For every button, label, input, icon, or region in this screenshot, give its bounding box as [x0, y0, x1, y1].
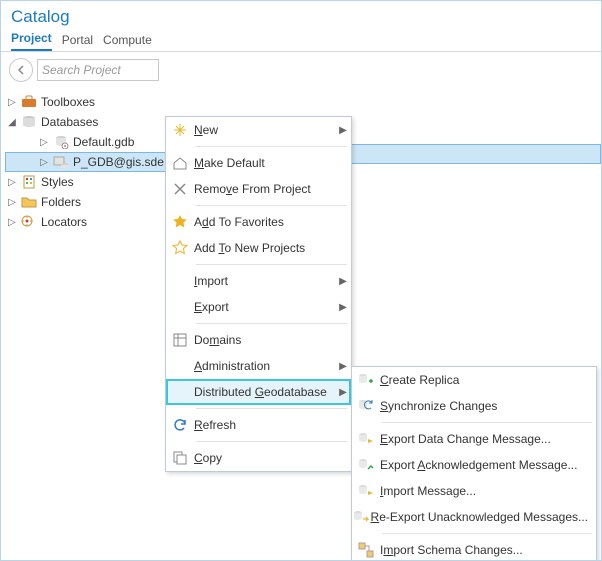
tab-portal[interactable]: Portal [62, 31, 93, 51]
catalog-title: Catalog [1, 1, 601, 29]
submenu-distributed-geodatabase: Create Replica Synchronize Changes Expor… [351, 366, 597, 561]
menu-import[interactable]: Import ▶ [166, 268, 351, 294]
create-replica-icon [358, 372, 374, 388]
remove-icon [173, 182, 187, 196]
menu-new[interactable]: New ▶ [166, 117, 351, 143]
context-menu-database: New ▶ Make Default Remove From Project A… [165, 116, 352, 472]
menu-refresh[interactable]: Refresh [166, 412, 351, 438]
menu-make-default[interactable]: Make Default [166, 150, 351, 176]
schema-import-icon [358, 542, 374, 558]
separator [196, 205, 347, 206]
chevron-right-icon: ▶ [335, 387, 351, 398]
search-input[interactable]: Search Project [37, 59, 159, 81]
new-icon [172, 122, 188, 138]
sync-icon [358, 398, 374, 414]
gdb-icon [53, 134, 69, 150]
menu-create-replica[interactable]: Create Replica [352, 367, 596, 393]
menu-reexport-unack-messages[interactable]: Re-Export Unacknowledged Messages... [352, 504, 596, 530]
tree-node-databases[interactable]: ◢ Databases [5, 112, 167, 132]
chevron-right-icon: ▶ [335, 361, 351, 372]
back-button[interactable] [9, 58, 33, 82]
menu-domains[interactable]: Domains [166, 327, 351, 353]
tree-label: Default.gdb [73, 135, 134, 149]
chevron-right-icon: ▶ [335, 276, 351, 287]
menu-add-to-new-projects[interactable]: Add To New Projects [166, 235, 351, 261]
home-icon [172, 155, 188, 171]
copy-icon [173, 451, 187, 465]
menu-import-schema-changes[interactable]: Import Schema Changes... [352, 537, 596, 561]
reexport-icon [353, 509, 369, 525]
tab-project[interactable]: Project [11, 29, 52, 51]
menu-export[interactable]: Export ▶ [166, 294, 351, 320]
separator [382, 533, 592, 534]
separator [196, 408, 347, 409]
star-icon [172, 214, 188, 230]
refresh-icon [173, 418, 187, 432]
tree-node-toolboxes[interactable]: ▷ Toolboxes [5, 92, 167, 112]
tree-node-p-gdb[interactable]: ▷ P_GDB@gis.sde [5, 152, 167, 172]
database-icon [21, 114, 37, 130]
chevron-right-icon: ▶ [335, 125, 351, 136]
separator [196, 323, 347, 324]
tabs: Project Portal Compute [1, 29, 601, 52]
tree-node-folders[interactable]: ▷ Folders [5, 192, 167, 212]
folder-icon [21, 194, 37, 210]
export-msg-icon [358, 431, 374, 447]
locator-icon [21, 214, 37, 230]
menu-remove-from-project[interactable]: Remove From Project [166, 176, 351, 202]
separator [196, 264, 347, 265]
tree-label: Locators [41, 215, 87, 229]
separator [196, 146, 347, 147]
domains-icon [173, 333, 187, 347]
toolbox-icon [21, 94, 37, 110]
styles-icon [21, 174, 37, 190]
tree-label: P_GDB@gis.sde [73, 155, 164, 169]
import-msg-icon [358, 483, 374, 499]
menu-export-ack-message[interactable]: Export Acknowledgement Message... [352, 452, 596, 478]
tree-node-locators[interactable]: ▷ Locators [5, 212, 167, 232]
star-new-icon [172, 240, 188, 256]
project-tree: ▷ Toolboxes ◢ Databases ▷ Default.gdb ▷ … [1, 88, 167, 561]
tree-label: Styles [41, 175, 74, 189]
arrow-left-icon [16, 65, 26, 75]
tree-label: Toolboxes [41, 95, 95, 109]
tree-label: Databases [41, 115, 98, 129]
separator [196, 441, 347, 442]
menu-export-data-change-message[interactable]: Export Data Change Message... [352, 426, 596, 452]
menu-import-message[interactable]: Import Message... [352, 478, 596, 504]
separator [382, 422, 592, 423]
menu-add-to-favorites[interactable]: Add To Favorites [166, 209, 351, 235]
ack-icon [358, 457, 374, 473]
menu-distributed-geodatabase[interactable]: Distributed Geodatabase ▶ [166, 379, 351, 405]
tree-node-styles[interactable]: ▷ Styles [5, 172, 167, 192]
chevron-right-icon: ▶ [335, 302, 351, 313]
tab-compute[interactable]: Compute [103, 31, 152, 51]
tree-label: Folders [41, 195, 81, 209]
menu-synchronize-changes[interactable]: Synchronize Changes [352, 393, 596, 419]
sde-gdb-icon [53, 154, 69, 170]
tree-node-default-gdb[interactable]: ▷ Default.gdb [5, 132, 167, 152]
menu-administration[interactable]: Administration ▶ [166, 353, 351, 379]
menu-copy[interactable]: Copy [166, 445, 351, 471]
